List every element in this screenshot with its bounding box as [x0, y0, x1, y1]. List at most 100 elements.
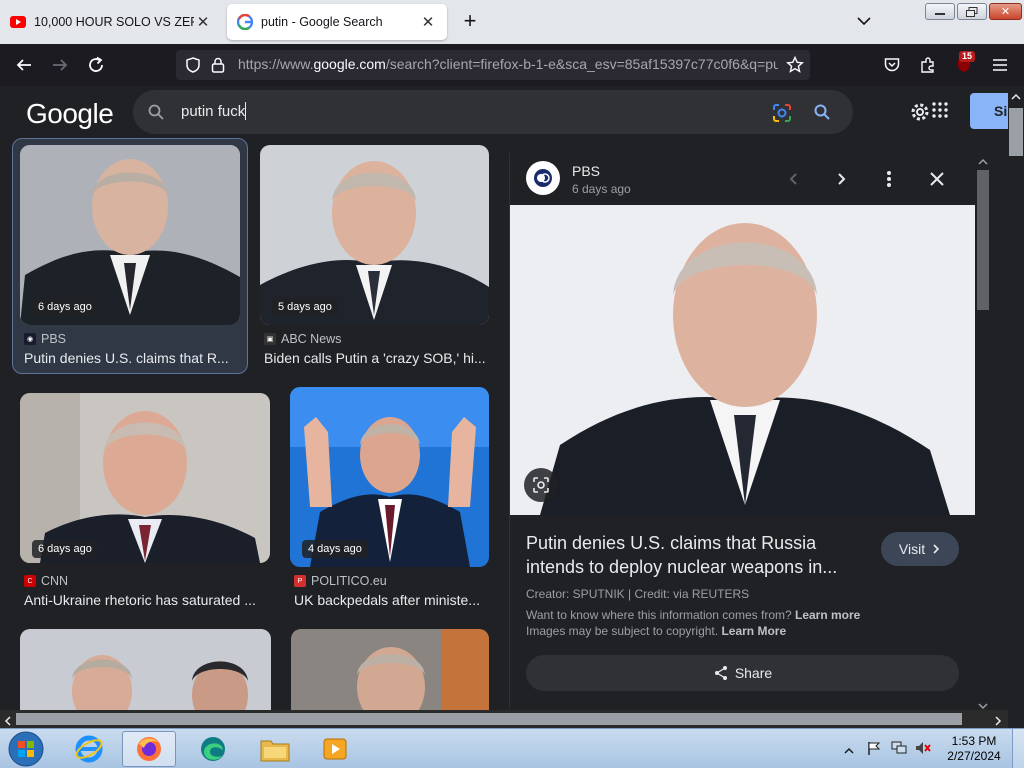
- tab-label: putin - Google Search: [261, 15, 383, 29]
- firefox-taskbar-icon[interactable]: [122, 731, 176, 767]
- copyright-learn-more-link[interactable]: Learn More: [721, 624, 786, 638]
- apps-grid-icon[interactable]: [932, 102, 948, 123]
- result-source: C CNN: [24, 574, 68, 588]
- google-header: Google putin fuck Si: [0, 86, 1010, 138]
- internet-explorer-icon[interactable]: [62, 731, 116, 767]
- windows-taskbar: 1:53 PM 2/27/2024: [0, 728, 1024, 768]
- back-arrow-icon[interactable]: [12, 53, 36, 77]
- preview-source[interactable]: PBS: [572, 163, 600, 179]
- learn-more-link[interactable]: Learn more: [795, 608, 860, 622]
- tab-label: 10,000 HOUR SOLO VS ZERGS -: [34, 15, 194, 29]
- restore-button[interactable]: [957, 3, 987, 20]
- address-bar[interactable]: https://www.google.com/search?client=fir…: [176, 50, 810, 80]
- bookmark-star-icon[interactable]: [786, 55, 804, 79]
- clock-time: 1:53 PM: [951, 734, 997, 748]
- preview-image[interactable]: [510, 205, 975, 515]
- result-title[interactable]: UK backpedals after ministe...: [294, 592, 489, 608]
- url-prefix: https://www.: [238, 56, 314, 72]
- settings-gear-icon[interactable]: [908, 100, 932, 129]
- preview-time: 6 days ago: [572, 182, 631, 196]
- visit-label: Visit: [898, 541, 926, 557]
- info-text: Want to know where this information come…: [526, 608, 795, 622]
- source-name: ABC News: [281, 332, 342, 346]
- screen: 10,000 HOUR SOLO VS ZERGS - ✕ putin - Go…: [0, 0, 1024, 768]
- new-tab-button[interactable]: +: [458, 8, 482, 34]
- politico-icon: P: [294, 575, 306, 587]
- result-thumbnail[interactable]: [20, 629, 271, 710]
- image-credit: Creator: SPUTNIK | Credit: via REUTERS: [526, 587, 750, 601]
- close-icon[interactable]: [925, 167, 949, 191]
- result-title[interactable]: Biden calls Putin a 'crazy SOB,' hi...: [264, 350, 486, 366]
- shield-icon[interactable]: [184, 56, 202, 79]
- system-clock[interactable]: 1:53 PM 2/27/2024: [940, 734, 1008, 764]
- clock-date: 2/27/2024: [947, 749, 1001, 763]
- url-path: /search?client=firefox-b-1-e&sca_esv=85a…: [385, 56, 778, 72]
- info-source-line: Want to know where this information come…: [526, 608, 860, 622]
- abc-news-icon: ▣: [264, 333, 276, 345]
- scroll-up-icon[interactable]: [977, 154, 989, 172]
- result-thumbnail[interactable]: [20, 393, 270, 563]
- search-submit-icon[interactable]: [813, 103, 831, 126]
- media-player-icon[interactable]: [308, 731, 362, 767]
- result-source: ▣ ABC News: [264, 332, 341, 346]
- list-tabs-chevron-icon[interactable]: [854, 10, 874, 32]
- page-scrollbar-thumb[interactable]: [1009, 108, 1023, 156]
- search-icon: [147, 103, 165, 126]
- youtube-icon: [10, 14, 26, 30]
- cnn-icon: C: [24, 575, 36, 587]
- extensions-puzzle-icon[interactable]: [916, 53, 940, 77]
- windows-logo-icon: [8, 731, 44, 767]
- show-hidden-icons-icon[interactable]: [844, 743, 854, 761]
- result-title[interactable]: Putin denies U.S. claims that R...: [24, 350, 236, 366]
- search-input[interactable]: putin fuck: [181, 103, 245, 120]
- chevron-right-icon: [933, 544, 940, 554]
- tab-youtube[interactable]: 10,000 HOUR SOLO VS ZERGS - ✕: [0, 4, 222, 40]
- network-icon[interactable]: [890, 740, 908, 761]
- visit-button[interactable]: Visit: [881, 532, 959, 566]
- action-center-flag-icon[interactable]: [866, 740, 882, 761]
- edge-icon[interactable]: [186, 731, 240, 767]
- horizontal-scrollbar-thumb[interactable]: [16, 713, 962, 725]
- preview-header: PBS 6 days ago: [510, 153, 975, 205]
- image-preview-panel: PBS 6 days ago Putin denies U.S. claims …: [509, 153, 975, 709]
- lens-search-icon[interactable]: [524, 468, 558, 502]
- lock-icon[interactable]: [210, 56, 226, 79]
- start-button[interactable]: [2, 731, 50, 767]
- google-logo[interactable]: Google: [26, 98, 114, 130]
- extension-badge: 15: [959, 51, 976, 62]
- previous-chevron-icon[interactable]: [782, 167, 806, 191]
- google-lens-icon[interactable]: [771, 102, 793, 129]
- close-tab-icon[interactable]: ✕: [194, 13, 212, 31]
- tab-google-search[interactable]: putin - Google Search ✕: [227, 4, 447, 40]
- copyright-text: Images may be subject to copyright.: [526, 624, 722, 638]
- result-title[interactable]: Anti-Ukraine rhetoric has saturated ...: [24, 592, 270, 608]
- minimize-button[interactable]: [925, 3, 955, 20]
- share-button[interactable]: Share: [526, 655, 959, 691]
- google-icon: [237, 14, 253, 30]
- pbs-logo-icon[interactable]: [526, 161, 560, 195]
- page-scroll-up-icon[interactable]: [1010, 89, 1022, 107]
- forward-arrow-icon[interactable]: [48, 53, 72, 77]
- close-window-button[interactable]: ✕: [989, 3, 1022, 20]
- sign-in-button[interactable]: Si: [970, 93, 1010, 129]
- file-explorer-icon[interactable]: [248, 731, 302, 767]
- preview-title[interactable]: Putin denies U.S. claims that Russia int…: [526, 531, 866, 579]
- share-label: Share: [734, 665, 773, 681]
- volume-muted-icon[interactable]: [914, 740, 932, 761]
- result-source: P POLITICO.eu: [294, 574, 387, 588]
- pocket-icon[interactable]: [880, 53, 904, 77]
- preview-scrollbar-thumb[interactable]: [977, 170, 989, 310]
- result-thumbnail[interactable]: [291, 629, 489, 710]
- time-ago-label: 6 days ago: [32, 540, 98, 558]
- reload-icon[interactable]: [84, 53, 108, 77]
- search-box[interactable]: putin fuck: [133, 90, 853, 134]
- show-desktop-button[interactable]: [1012, 729, 1024, 768]
- more-options-icon[interactable]: [877, 167, 901, 191]
- hamburger-menu-icon[interactable]: [988, 53, 1012, 77]
- close-tab-icon[interactable]: ✕: [419, 13, 437, 31]
- page-vertical-scrollbar[interactable]: [1008, 86, 1024, 710]
- next-chevron-icon[interactable]: [829, 167, 853, 191]
- share-icon: [714, 666, 727, 680]
- source-name: PBS: [41, 332, 67, 346]
- url-host: google.com: [313, 56, 386, 72]
